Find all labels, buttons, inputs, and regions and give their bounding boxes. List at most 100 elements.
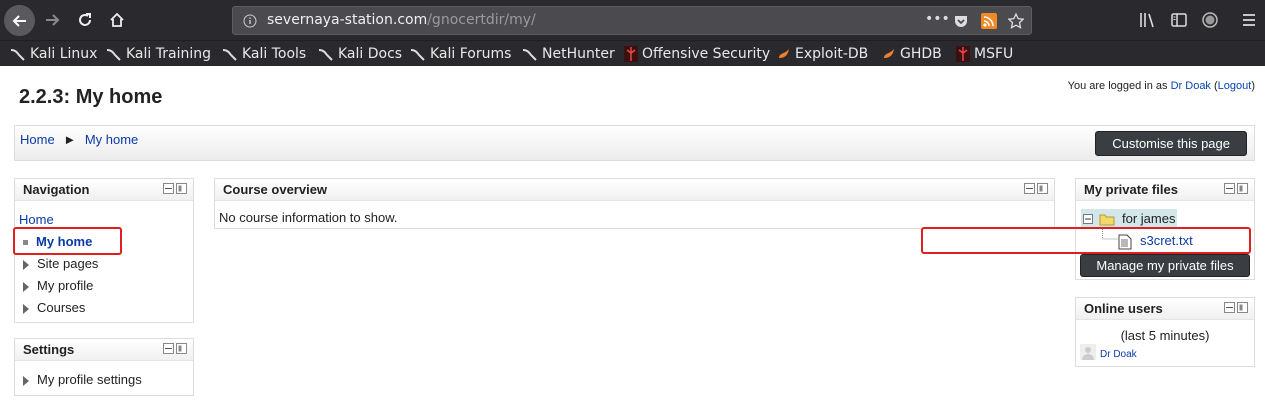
nav-item-label: Site pages bbox=[37, 256, 99, 271]
kali-dragon-icon bbox=[410, 49, 425, 61]
breadcrumb-bar: Home ► My home Customise this page bbox=[14, 125, 1255, 161]
nav-my-profile[interactable]: My profile bbox=[23, 278, 93, 293]
bookmark-kali-linux[interactable]: Kali Linux bbox=[10, 44, 97, 64]
block-controls bbox=[1024, 183, 1048, 194]
user-link[interactable]: Dr Doak bbox=[1171, 80, 1211, 92]
manage-files-button[interactable]: Manage my private files bbox=[1080, 254, 1250, 277]
file-link[interactable]: s3cret.txt bbox=[1140, 233, 1193, 248]
bookmark-msfu[interactable]: MSFU bbox=[956, 44, 1013, 64]
course-overview-block: Course overview No course information to… bbox=[214, 178, 1055, 229]
block-title: Navigation bbox=[23, 182, 90, 197]
dock-icon[interactable] bbox=[1237, 302, 1248, 313]
block-header: Navigation bbox=[15, 179, 193, 201]
back-arrow-icon bbox=[12, 14, 26, 27]
bookmark-label: Kali Docs bbox=[338, 46, 403, 62]
bookmark-exploit-db[interactable]: Exploit-DB bbox=[777, 44, 868, 64]
login-prefix: You are logged in as bbox=[1067, 80, 1168, 92]
online-users-block: Online users (last 5 minutes) Dr Doak bbox=[1075, 297, 1255, 367]
page-actions-icon[interactable]: ••• bbox=[925, 11, 950, 27]
bookmark-label: Kali Tools bbox=[242, 46, 307, 62]
nav-item-label: My profile bbox=[37, 278, 94, 293]
online-period: (last 5 minutes) bbox=[1120, 328, 1210, 343]
info-icon[interactable] bbox=[243, 14, 257, 28]
text-file-icon bbox=[1118, 234, 1132, 250]
bookmark-kali-training[interactable]: Kali Training bbox=[106, 44, 211, 64]
menu-icon[interactable] bbox=[1241, 13, 1257, 27]
bookmark-kali-forums[interactable]: Kali Forums bbox=[410, 44, 511, 64]
collapse-icon[interactable] bbox=[1224, 183, 1235, 194]
nav-my-home[interactable]: My home bbox=[23, 234, 92, 249]
page-title: 2.2.3: My home bbox=[19, 86, 163, 108]
collapse-icon[interactable] bbox=[1024, 183, 1035, 194]
home-icon bbox=[110, 12, 124, 27]
breadcrumb: Home ► My home bbox=[20, 132, 138, 147]
browser-toolbar: severnaya-station.com/gnocertdir/my/ ••• bbox=[0, 0, 1265, 40]
navigation-block: Navigation Home My home Site pages My pr… bbox=[14, 178, 194, 323]
avatar[interactable] bbox=[1080, 344, 1096, 360]
folder-icon bbox=[1099, 214, 1115, 226]
bookmark-nethunter[interactable]: NetHunter bbox=[522, 44, 615, 64]
breadcrumb-current[interactable]: My home bbox=[85, 132, 138, 147]
settings-item-label: My profile settings bbox=[37, 372, 142, 387]
collapse-icon[interactable] bbox=[163, 343, 174, 354]
expand-triangle-icon bbox=[23, 259, 29, 270]
reload-button[interactable] bbox=[75, 10, 95, 30]
bookmark-label: GHDB bbox=[900, 46, 942, 62]
url-bar[interactable]: severnaya-station.com/gnocertdir/my/ ••• bbox=[232, 6, 1032, 35]
account-icon[interactable] bbox=[1202, 12, 1218, 28]
settings-block: Settings My profile settings bbox=[14, 338, 194, 396]
breadcrumb-separator: ► bbox=[63, 132, 77, 147]
rss-icon[interactable] bbox=[981, 13, 997, 29]
bookmark-label: Kali Forums bbox=[430, 46, 512, 62]
nav-my-home-label: My home bbox=[36, 234, 93, 249]
breadcrumb-home[interactable]: Home bbox=[20, 132, 55, 147]
kali-dragon-icon bbox=[106, 49, 121, 61]
tree-collapse-icon[interactable] bbox=[1083, 214, 1093, 224]
home-button[interactable] bbox=[107, 10, 127, 30]
sidebar-icon[interactable] bbox=[1171, 12, 1187, 28]
kali-dragon-icon bbox=[10, 49, 25, 61]
pocket-icon[interactable] bbox=[953, 13, 969, 29]
kali-dragon-icon bbox=[522, 49, 537, 61]
expand-triangle-icon bbox=[23, 281, 29, 292]
bookmark-label: MSFU bbox=[974, 46, 1014, 62]
dock-icon[interactable] bbox=[1237, 183, 1248, 194]
nav-courses[interactable]: Courses bbox=[23, 300, 85, 315]
back-button[interactable] bbox=[4, 5, 35, 36]
dock-icon[interactable] bbox=[176, 343, 187, 354]
nav-home-link[interactable]: Home bbox=[19, 212, 54, 227]
bullet-icon bbox=[23, 240, 28, 246]
customise-button[interactable]: Customise this page bbox=[1095, 131, 1247, 156]
collapse-icon[interactable] bbox=[1224, 302, 1235, 313]
online-user-link[interactable]: Dr Doak bbox=[1100, 349, 1137, 360]
block-controls bbox=[163, 183, 187, 194]
folder-row[interactable]: for james bbox=[1081, 209, 1177, 229]
offsec-icon bbox=[624, 46, 638, 62]
url-host: severnaya-station.com bbox=[267, 12, 428, 28]
kali-dragon-icon bbox=[318, 49, 333, 61]
forward-button[interactable] bbox=[42, 10, 62, 30]
bookmark-kali-docs[interactable]: Kali Docs bbox=[318, 44, 402, 64]
url-path: /gnocertdir/my/ bbox=[427, 12, 536, 28]
course-overview-message: No course information to show. bbox=[219, 210, 398, 225]
bookmark-kali-tools[interactable]: Kali Tools bbox=[222, 44, 306, 64]
block-title: Online users bbox=[1084, 301, 1163, 316]
settings-my-profile[interactable]: My profile settings bbox=[23, 372, 142, 387]
reload-icon bbox=[79, 13, 91, 26]
bookmark-star-icon[interactable] bbox=[1008, 13, 1024, 29]
forward-arrow-icon bbox=[46, 14, 60, 26]
dock-icon[interactable] bbox=[176, 183, 187, 194]
library-icon[interactable] bbox=[1139, 12, 1157, 28]
bookmark-label: Offensive Security bbox=[642, 46, 771, 62]
kali-dragon-icon bbox=[222, 49, 237, 61]
dock-icon[interactable] bbox=[1037, 183, 1048, 194]
nav-item-label: Courses bbox=[37, 300, 86, 315]
nav-site-pages[interactable]: Site pages bbox=[23, 256, 98, 271]
block-title: My private files bbox=[1084, 182, 1178, 197]
logout-link[interactable]: Logout bbox=[1218, 80, 1252, 92]
bookmark-offensive-security[interactable]: Offensive Security bbox=[624, 44, 770, 64]
collapse-icon[interactable] bbox=[163, 183, 174, 194]
block-header: My private files bbox=[1076, 179, 1254, 201]
bookmark-label: Kali Training bbox=[126, 46, 211, 62]
bookmark-ghdb[interactable]: GHDB bbox=[882, 44, 942, 64]
